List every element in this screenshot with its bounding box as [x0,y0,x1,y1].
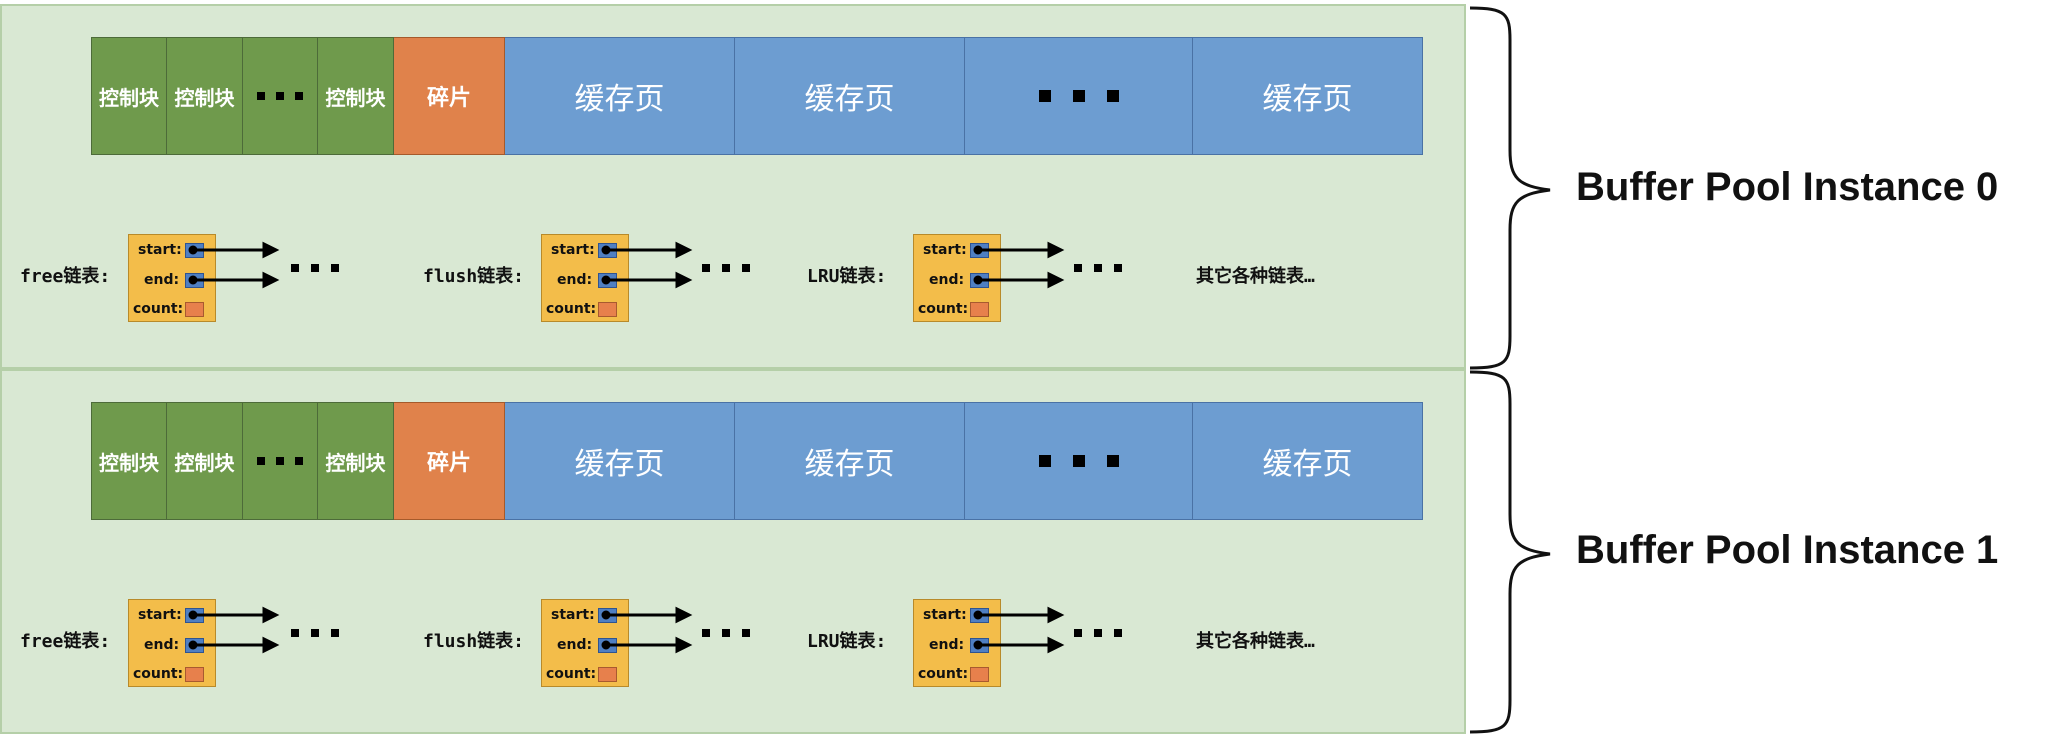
start-label: start: [923,242,967,258]
free-list-label: free链表: [20,266,111,287]
list-ellipsis [1074,264,1122,272]
fragment-block: 碎片 [394,37,505,155]
cache-page: 缓存页 [1193,37,1423,155]
count-value [185,667,204,682]
control-block: 控制块 [318,37,394,155]
control-block-ellipsis [243,402,318,520]
free-list-label: free链表: [20,631,111,652]
buffer-pool-instance-0: 控制块 控制块 控制块 碎片 缓存页 缓存页 缓存页 free链表: start… [0,4,1466,369]
count-value [598,302,617,317]
end-label: end: [929,637,965,653]
list-ellipsis [291,629,339,637]
buffer-pool-instance-1: 控制块 控制块 控制块 碎片 缓存页 缓存页 缓存页 free链表: start… [0,369,1466,734]
pointer-arrows [973,606,1065,654]
end-label: end: [144,637,180,653]
instance-0-label: Buffer Pool Instance 0 [1576,165,1999,209]
list-ellipsis [702,629,750,637]
count-value [970,302,989,317]
count-value [970,667,989,682]
list-ellipsis [291,264,339,272]
count-value [598,667,617,682]
start-label: start: [551,607,595,623]
cache-page-ellipsis [965,37,1193,155]
instance-1-label: Buffer Pool Instance 1 [1576,528,1999,572]
other-lists-label: 其它各种链表… [1196,631,1315,652]
control-block: 控制块 [167,402,243,520]
count-label: count: [546,666,597,682]
end-label: end: [144,272,180,288]
cache-page: 缓存页 [1193,402,1423,520]
count-value [185,302,204,317]
pointer-arrows [601,606,693,654]
pointer-arrows [188,241,280,289]
list-ellipsis [702,264,750,272]
cache-page: 缓存页 [735,402,965,520]
lru-list-label: LRU链表: [807,266,887,287]
fragment-block: 碎片 [394,402,505,520]
end-label: end: [557,637,593,653]
list-ellipsis [1074,629,1122,637]
memory-blocks-row: 控制块 控制块 控制块 碎片 缓存页 缓存页 缓存页 [91,37,1423,155]
cache-page: 缓存页 [505,37,735,155]
count-label: count: [918,666,969,682]
control-block: 控制块 [91,37,167,155]
pointer-arrows [188,606,280,654]
other-lists-label: 其它各种链表… [1196,266,1315,287]
count-label: count: [546,301,597,317]
flush-list-label: flush链表: [423,631,525,652]
control-block: 控制块 [91,402,167,520]
count-label: count: [918,301,969,317]
start-label: start: [551,242,595,258]
control-block-ellipsis [243,37,318,155]
count-label: count: [133,666,184,682]
pointer-arrows [973,241,1065,289]
end-label: end: [929,272,965,288]
control-block: 控制块 [167,37,243,155]
cache-page: 缓存页 [505,402,735,520]
instance-braces [1469,6,1551,734]
memory-blocks-row: 控制块 控制块 控制块 碎片 缓存页 缓存页 缓存页 [91,402,1423,520]
lru-list-label: LRU链表: [807,631,887,652]
cache-page: 缓存页 [735,37,965,155]
cache-page-ellipsis [965,402,1193,520]
start-label: start: [138,242,182,258]
flush-list-label: flush链表: [423,266,525,287]
start-label: start: [138,607,182,623]
end-label: end: [557,272,593,288]
count-label: count: [133,301,184,317]
control-block: 控制块 [318,402,394,520]
pointer-arrows [601,241,693,289]
start-label: start: [923,607,967,623]
